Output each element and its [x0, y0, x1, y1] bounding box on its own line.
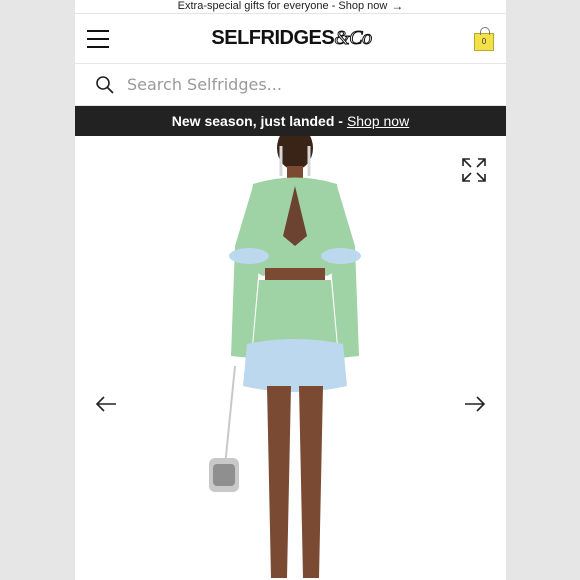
product-photo: [209, 136, 361, 578]
search-icon[interactable]: [95, 75, 115, 95]
search-input[interactable]: [127, 75, 447, 94]
site-header: SELFRIDGES&Co 0: [75, 14, 506, 64]
logo-amp: &Co: [334, 27, 373, 50]
promo-arrow-icon: →: [391, 0, 404, 13]
banner-text: New season, just landed -: [171, 113, 343, 129]
menu-icon[interactable]: [87, 29, 109, 48]
promo-bar[interactable]: Extra-special gifts for everyone - Shop …: [75, 0, 506, 14]
arrow-right-icon[interactable]: [464, 396, 486, 412]
expand-icon[interactable]: [460, 156, 488, 184]
promo-text[interactable]: Extra-special gifts for everyone - Shop …: [178, 0, 388, 12]
arrow-left-icon[interactable]: [95, 396, 117, 412]
bag-count: 0: [481, 37, 487, 46]
search-bar[interactable]: [75, 64, 506, 106]
mobile-page: Extra-special gifts for everyone - Shop …: [75, 0, 506, 580]
product-image-gallery[interactable]: [75, 136, 506, 578]
selfridges-logo[interactable]: SELFRIDGES&Co: [211, 27, 373, 50]
banner-shop-link[interactable]: Shop now: [347, 113, 409, 129]
logo-wordmark: SELFRIDGES: [211, 27, 335, 49]
bag-icon[interactable]: 0: [473, 26, 494, 51]
announcement-banner: New season, just landed - Shop now: [75, 106, 506, 136]
